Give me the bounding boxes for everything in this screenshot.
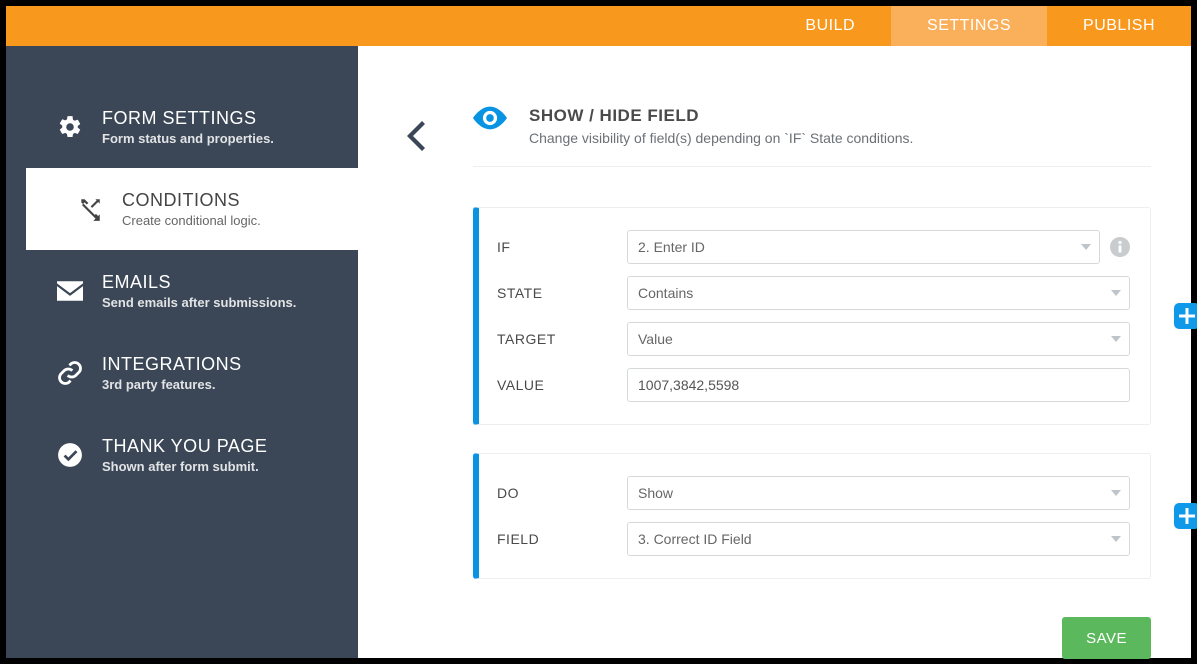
sidebar-item-integrations[interactable]: INTEGRATIONS 3rd party features. — [6, 332, 358, 414]
sidebar-item-sub: Create conditional logic. — [122, 213, 261, 228]
condition-header: SHOW / HIDE FIELD Change visibility of f… — [473, 106, 1151, 167]
info-icon[interactable] — [1110, 237, 1130, 257]
value-input[interactable] — [638, 369, 1101, 401]
link-icon — [50, 359, 90, 387]
value-input-wrapper — [627, 368, 1130, 402]
plus-icon — [1179, 308, 1195, 324]
add-action-button[interactable] — [1174, 503, 1197, 529]
target-select[interactable]: Value — [627, 322, 1130, 356]
shuffle-icon — [70, 196, 110, 222]
chevron-left-icon — [405, 121, 427, 151]
back-button[interactable] — [405, 121, 427, 638]
tab-settings[interactable]: SETTINGS — [891, 6, 1047, 46]
value-label: VALUE — [497, 377, 627, 393]
if-field-value: 2. Enter ID — [638, 239, 705, 255]
settings-sidebar: FORM SETTINGS Form status and properties… — [6, 46, 358, 658]
state-select[interactable]: Contains — [627, 276, 1130, 310]
save-button[interactable]: SAVE — [1062, 617, 1151, 659]
state-label: STATE — [497, 285, 627, 301]
condition-subtitle: Change visibility of field(s) depending … — [529, 130, 913, 146]
check-circle-icon — [50, 442, 90, 468]
sidebar-item-label: THANK YOU PAGE — [102, 436, 267, 457]
sidebar-item-sub: Form status and properties. — [102, 131, 274, 146]
sidebar-item-thank-you[interactable]: THANK YOU PAGE Shown after form submit. — [6, 414, 358, 496]
tab-build[interactable]: BUILD — [769, 6, 891, 46]
sidebar-item-sub: Shown after form submit. — [102, 459, 267, 474]
sidebar-item-label: FORM SETTINGS — [102, 108, 274, 129]
field-value: 3. Correct ID Field — [638, 531, 752, 547]
gear-icon — [50, 114, 90, 140]
sidebar-item-label: INTEGRATIONS — [102, 354, 242, 375]
target-label: TARGET — [497, 331, 627, 347]
top-tab-bar: BUILD SETTINGS PUBLISH — [6, 6, 1191, 46]
field-label: FIELD — [497, 531, 627, 547]
sidebar-item-label: CONDITIONS — [122, 190, 261, 211]
caret-down-icon — [1103, 477, 1129, 509]
field-select[interactable]: 3. Correct ID Field — [627, 522, 1130, 556]
caret-down-icon — [1103, 277, 1129, 309]
sidebar-item-form-settings[interactable]: FORM SETTINGS Form status and properties… — [6, 86, 358, 168]
envelope-icon — [50, 281, 90, 301]
sidebar-item-emails[interactable]: EMAILS Send emails after submissions. — [6, 250, 358, 332]
sidebar-item-label: EMAILS — [102, 272, 296, 293]
caret-down-icon — [1103, 523, 1129, 555]
eye-icon — [473, 106, 507, 135]
condition-title: SHOW / HIDE FIELD — [529, 106, 913, 126]
if-label: IF — [497, 239, 627, 255]
do-label: DO — [497, 485, 627, 501]
content-panel: SHOW / HIDE FIELD Change visibility of f… — [358, 46, 1191, 658]
caret-down-icon — [1073, 231, 1099, 263]
do-value: Show — [638, 485, 673, 501]
do-select[interactable]: Show — [627, 476, 1130, 510]
tab-publish[interactable]: PUBLISH — [1047, 6, 1191, 46]
sidebar-item-conditions[interactable]: CONDITIONS Create conditional logic. — [26, 168, 358, 250]
add-condition-button[interactable] — [1174, 303, 1197, 329]
if-field-select[interactable]: 2. Enter ID — [627, 230, 1100, 264]
state-value: Contains — [638, 285, 693, 301]
target-value: Value — [638, 331, 673, 347]
plus-icon — [1179, 508, 1195, 524]
do-action-block: DO Show FIELD — [473, 453, 1151, 579]
caret-down-icon — [1103, 323, 1129, 355]
if-condition-block: IF 2. Enter ID — [473, 207, 1151, 425]
sidebar-item-sub: 3rd party features. — [102, 377, 242, 392]
sidebar-item-sub: Send emails after submissions. — [102, 295, 296, 310]
